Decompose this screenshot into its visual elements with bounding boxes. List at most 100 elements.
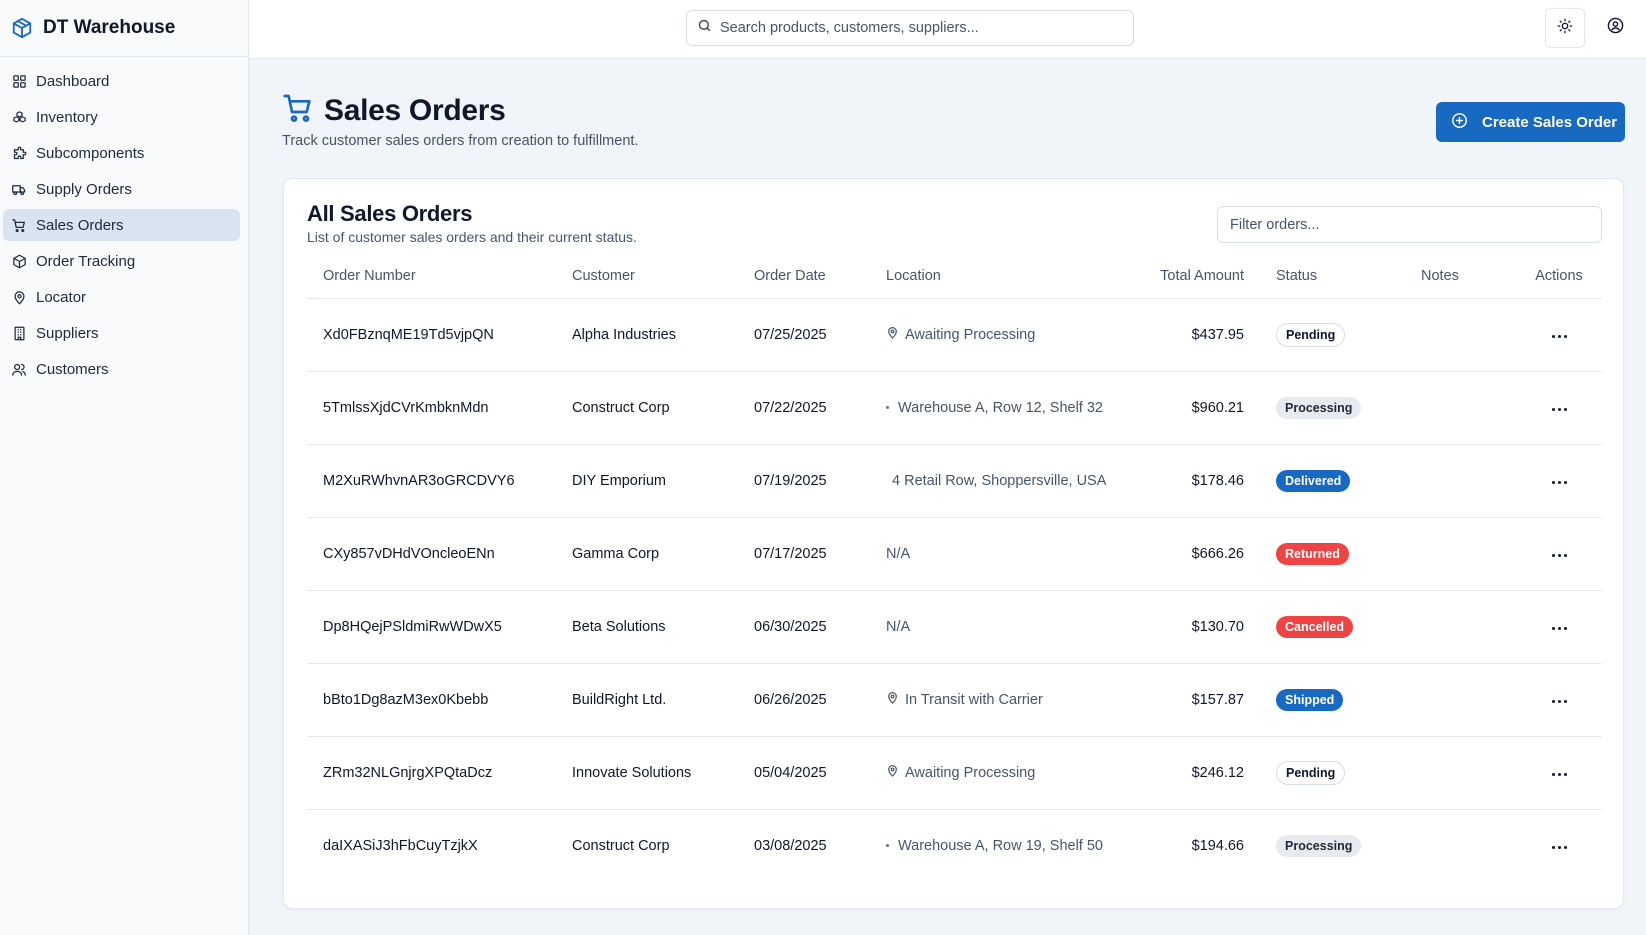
sales-orders-card: All Sales Orders List of customer sales … (283, 178, 1624, 909)
boxes-icon (11, 109, 27, 125)
status-cell: Pending (1276, 298, 1421, 372)
location-text: N/A (886, 618, 911, 635)
sidebar-item-locator[interactable]: Locator (3, 281, 240, 313)
location-cell: Warehouse A, Row 12, Shelf 32 (886, 371, 1119, 445)
map-pin-icon (886, 691, 899, 708)
order-number-cell[interactable]: M2XuRWhvnAR3oGRCDVY6 (307, 444, 572, 518)
order-date-cell: 06/30/2025 (754, 590, 886, 664)
card-title: All Sales Orders (307, 201, 473, 226)
table-row[interactable]: M2XuRWhvnAR3oGRCDVY6 DIY Emporium 07/19/20… (307, 444, 1602, 518)
sidebar: DT Warehouse Dashboard Inventory Subcomp… (0, 0, 249, 935)
location-cell: In Transit with Carrier (886, 663, 1119, 737)
search-input[interactable] (720, 20, 1120, 36)
location-cell: N/A (886, 590, 1119, 664)
table-row[interactable]: 5TmlssXjdCVrKmbknMdn Construct Corp 07/22/… (307, 371, 1602, 445)
filter-orders-input[interactable] (1217, 206, 1602, 243)
sidebar-item-dashboard[interactable]: Dashboard (3, 65, 240, 97)
cart-icon (282, 92, 314, 129)
table-row[interactable]: bBto1Dg8azM3ex0Kbebb BuildRight Ltd. 06/26… (307, 663, 1602, 737)
customer-cell: Construct Corp (572, 837, 670, 854)
notes-cell (1421, 736, 1516, 810)
column-header[interactable]: Order Date (754, 262, 886, 299)
sidebar-item-order-tracking[interactable]: Order Tracking (3, 245, 240, 277)
sidebar-item-inventory[interactable]: Inventory (3, 101, 240, 133)
order-number-cell[interactable]: bBto1Dg8azM3ex0Kbebb (307, 663, 572, 737)
order-number-cell[interactable]: daIXASiJ3hFbCuyTzjkX (307, 809, 572, 882)
more-actions-icon[interactable] (1546, 621, 1573, 636)
more-actions-icon[interactable] (1546, 694, 1573, 709)
sidebar-nav: Dashboard Inventory Subcomponents Supply… (0, 57, 248, 385)
sidebar-item-subcomponents[interactable]: Subcomponents (3, 137, 240, 169)
location-dot-icon (886, 844, 889, 848)
actions-cell (1516, 809, 1602, 882)
actions-cell (1516, 736, 1602, 810)
theme-toggle-button[interactable] (1545, 8, 1585, 48)
order-date-cell: 07/22/2025 (754, 371, 886, 445)
truck-icon (11, 181, 27, 197)
total-amount-cell: $178.46 (1119, 444, 1276, 518)
location-cell: 4 Retail Row, Shoppersville, USA (886, 444, 1119, 518)
table-body: Xd0FBznqME19Td5vjpQN Alpha Industries 07/2… (307, 298, 1602, 882)
order-number-cell[interactable]: Xd0FBznqME19Td5vjpQN (307, 298, 572, 372)
sidebar-item-supply-orders[interactable]: Supply Orders (3, 173, 240, 205)
status-badge: Returned (1276, 542, 1349, 565)
notes-cell (1421, 517, 1516, 591)
location-value: Awaiting Processing (886, 764, 1119, 781)
actions-cell (1516, 371, 1602, 445)
top-header (249, 0, 1646, 59)
order-number-cell[interactable]: CXy857vDHdVOncleoENn (307, 517, 572, 591)
table-row[interactable]: ZRm32NLGnjrgXPQtaDcz Innovate Solutions 05… (307, 736, 1602, 810)
actions-cell (1516, 444, 1602, 518)
customer-cell: Innovate Solutions (572, 736, 754, 810)
location-text: N/A (886, 545, 911, 562)
location-text: 4 Retail Row, Shoppersville, USA (892, 472, 1107, 489)
map-pin-icon (886, 326, 899, 343)
notes-cell (1421, 809, 1516, 882)
page-header: Sales Orders (282, 92, 506, 129)
table-row[interactable]: daIXASiJ3hFbCuyTzjkX Construct Corp 03/08/… (307, 809, 1602, 882)
notes-cell (1421, 590, 1516, 664)
brand-name: DT Warehouse (43, 17, 176, 38)
table-row[interactable]: Dp8HQejPSldmiRwWDwX5 Beta Solutions 06/30/… (307, 590, 1602, 664)
table-row[interactable]: CXy857vDHdVOncleoENn Gamma Corp 07/17/2025… (307, 517, 1602, 591)
more-actions-icon[interactable] (1546, 329, 1573, 344)
sidebar-item-label: Customers (36, 360, 109, 378)
sidebar-item-suppliers[interactable]: Suppliers (3, 317, 240, 349)
notes-cell (1421, 663, 1516, 737)
page-subtitle: Track customer sales orders from creatio… (282, 133, 639, 149)
order-number-cell[interactable]: 5TmlssXjdCVrKmbknMdn (307, 371, 572, 445)
more-actions-icon[interactable] (1546, 767, 1573, 782)
table-row[interactable]: Xd0FBznqME19Td5vjpQN Alpha Industries 07/2… (307, 298, 1602, 372)
status-cell: Returned (1276, 517, 1421, 591)
total-amount-cell: $960.21 (1119, 371, 1276, 445)
more-actions-icon[interactable] (1546, 402, 1573, 417)
global-search[interactable] (686, 10, 1134, 46)
create-sales-order-button[interactable]: Create Sales Order (1436, 102, 1625, 142)
status-badge: Pending (1276, 322, 1346, 347)
brand[interactable]: DT Warehouse (0, 0, 248, 57)
column-header[interactable]: Location (886, 262, 1119, 299)
customer-cell: BuildRight Ltd. (572, 663, 754, 737)
page-title: Sales Orders (324, 93, 506, 127)
order-date-cell: 07/17/2025 (754, 517, 886, 591)
user-menu-button[interactable] (1595, 8, 1635, 48)
location-value: In Transit with Carrier (886, 691, 1119, 708)
cart-icon (11, 217, 27, 233)
more-actions-icon[interactable] (1546, 840, 1573, 855)
order-date-cell: 07/25/2025 (754, 298, 886, 372)
column-header[interactable]: Order Number (307, 262, 572, 299)
column-header[interactable]: Customer (572, 262, 754, 299)
sidebar-item-label: Supply Orders (36, 180, 132, 198)
notes-cell (1421, 298, 1516, 372)
sidebar-item-sales-orders[interactable]: Sales Orders (3, 209, 240, 241)
column-header[interactable]: Total Amount (1119, 262, 1276, 299)
order-number-cell[interactable]: ZRm32NLGnjrgXPQtaDcz (307, 736, 572, 810)
order-number-cell[interactable]: Dp8HQejPSldmiRwWDwX5 (307, 590, 572, 664)
more-actions-icon[interactable] (1546, 548, 1573, 563)
column-header[interactable]: Status (1276, 262, 1421, 299)
sidebar-item-customers[interactable]: Customers (3, 353, 240, 385)
status-cell: Processing (1276, 809, 1421, 882)
sidebar-item-label: Inventory (36, 108, 98, 126)
column-header: Notes (1421, 262, 1516, 299)
more-actions-icon[interactable] (1546, 475, 1573, 490)
